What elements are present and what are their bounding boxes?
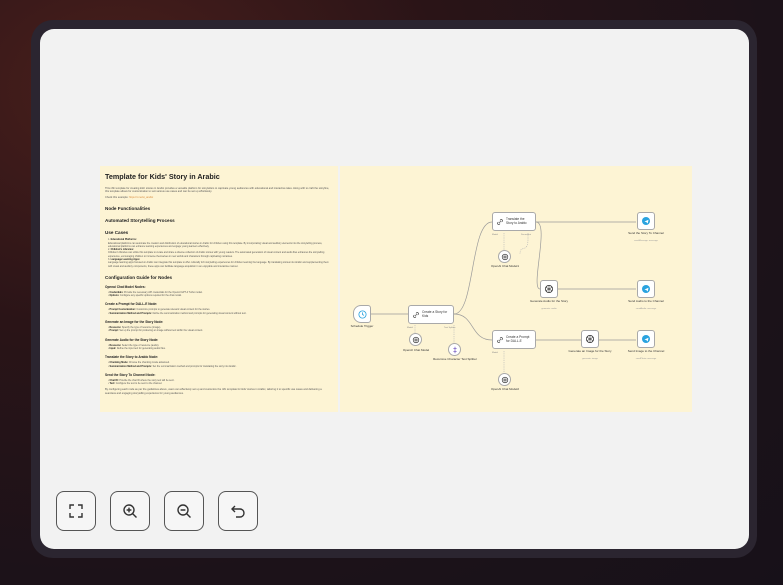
zoom-out-button[interactable] — [164, 491, 204, 531]
label-schedule-trigger: Schedule Trigger — [350, 324, 374, 328]
sub-generate-audio: generate: audio — [541, 308, 557, 310]
openai-icon — [586, 335, 594, 343]
node-prompt-dalle-label: Create a Prompt for DALL-E — [506, 334, 530, 343]
label-openai-chat-model1: OpenAI Chat Model1 — [490, 264, 520, 268]
node-create-story-label: Create a Story for Kids — [422, 309, 448, 318]
telegram-icon — [642, 335, 650, 343]
edge-doc — [519, 233, 529, 255]
undo-icon — [231, 505, 245, 518]
tag-document: Document — [521, 234, 531, 236]
sub-generate-image: generate: image — [582, 358, 598, 360]
openai-icon — [545, 285, 553, 293]
node-translate-story-label: Translate the Story to Arabic — [506, 216, 527, 225]
splitter-icon — [452, 346, 457, 353]
sub-send-story: sendMessage: message — [634, 240, 658, 242]
edge-translate-audio — [535, 221, 542, 290]
node-openai-chat-model2[interactable] — [498, 373, 511, 386]
chain-icon — [496, 336, 504, 344]
label-openai-chat-model: OpenAI Chat Model — [402, 348, 430, 352]
edge-create-prompt — [453, 313, 493, 341]
fullscreen-icon — [69, 504, 83, 518]
label-openai-chat-model2: OpenAI Chat Model2 — [490, 387, 520, 391]
sub-send-audio: sendAudio: message — [635, 308, 657, 310]
label-send-image: Send Image to the Channel — [627, 349, 665, 353]
node-generate-image[interactable] — [581, 330, 599, 348]
zoom-in-icon — [123, 504, 137, 518]
node-text-splitter[interactable] — [448, 343, 461, 356]
fit-view-button[interactable] — [56, 491, 96, 531]
node-create-story[interactable]: Create a Story for Kids — [408, 305, 454, 324]
telegram-icon — [642, 217, 650, 225]
zoom-in-button[interactable] — [110, 491, 150, 531]
undo-button[interactable] — [218, 491, 258, 531]
openai-icon — [501, 253, 508, 260]
node-send-image[interactable] — [637, 330, 655, 348]
openai-icon — [501, 376, 508, 383]
node-translate-story[interactable]: Translate the Story to Arabic — [492, 212, 536, 231]
node-send-audio[interactable] — [637, 280, 655, 298]
node-prompt-dalle[interactable]: Create a Prompt for DALL-E — [492, 330, 536, 349]
chain-icon — [412, 311, 420, 319]
label-send-story: Send the Story To Channel — [628, 231, 664, 235]
label-generate-audio: Generate Audio for the Story — [529, 299, 569, 303]
telegram-icon — [642, 285, 650, 293]
label-send-audio: Send Audio to the Channel — [628, 299, 664, 303]
chain-icon — [496, 218, 504, 226]
tag-model-2: Model — [492, 234, 498, 236]
tag-model-3: Model — [492, 352, 498, 354]
node-generate-audio[interactable] — [540, 280, 558, 298]
tag-splitter: Text Splitter — [444, 327, 456, 329]
workflow-canvas[interactable]: Template for Kids' Story in Arabic This … — [40, 29, 749, 549]
openai-icon — [412, 336, 419, 343]
tag-model-1: Model — [407, 327, 413, 329]
node-schedule-trigger[interactable] — [353, 305, 371, 323]
node-openai-chat-model1[interactable] — [498, 250, 511, 263]
sub-send-image: sendPhoto: message — [635, 358, 657, 360]
label-generate-image: Generate an Image for the Story — [568, 349, 612, 353]
label-text-splitter: Recursive Character Text Splitter — [433, 357, 477, 361]
node-send-story[interactable] — [637, 212, 655, 230]
zoom-out-icon — [177, 504, 191, 518]
clock-icon — [357, 309, 367, 319]
node-openai-chat-model[interactable] — [409, 333, 422, 346]
